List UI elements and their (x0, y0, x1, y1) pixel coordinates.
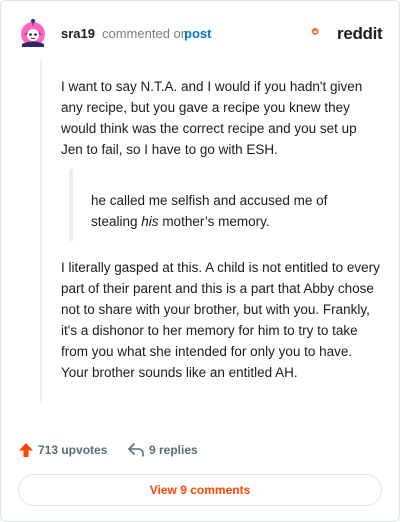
upvote-count[interactable]: 713 upvotes (38, 443, 107, 457)
comment-card: sra19 commented on post reddit I want to… (0, 0, 400, 522)
reply-count[interactable]: 9 replies (149, 443, 198, 457)
reddit-logo-icon[interactable] (312, 21, 334, 43)
quote-text-after: mother’s memory. (158, 214, 270, 229)
view-comments-button[interactable]: View 9 comments (18, 474, 382, 506)
comment-paragraph-1: I want to say N.T.A. and I would if you … (61, 79, 363, 157)
reddit-wordmark[interactable]: reddit (337, 24, 383, 44)
upvote-arrow-icon[interactable] (18, 442, 34, 458)
quote-bar (69, 169, 73, 241)
username[interactable]: sra19 (61, 26, 95, 41)
post-link[interactable]: post (184, 26, 211, 41)
quote-text-emphasis: his (141, 214, 159, 229)
reply-icon[interactable] (127, 442, 145, 458)
avatar[interactable] (18, 17, 48, 47)
blockquote: he called me selfish and accused me of s… (91, 190, 361, 232)
commented-on-label: commented on (102, 26, 188, 41)
thread-line[interactable] (40, 59, 42, 403)
comment-paragraph-2: I literally gasped at this. A child is n… (61, 260, 380, 380)
